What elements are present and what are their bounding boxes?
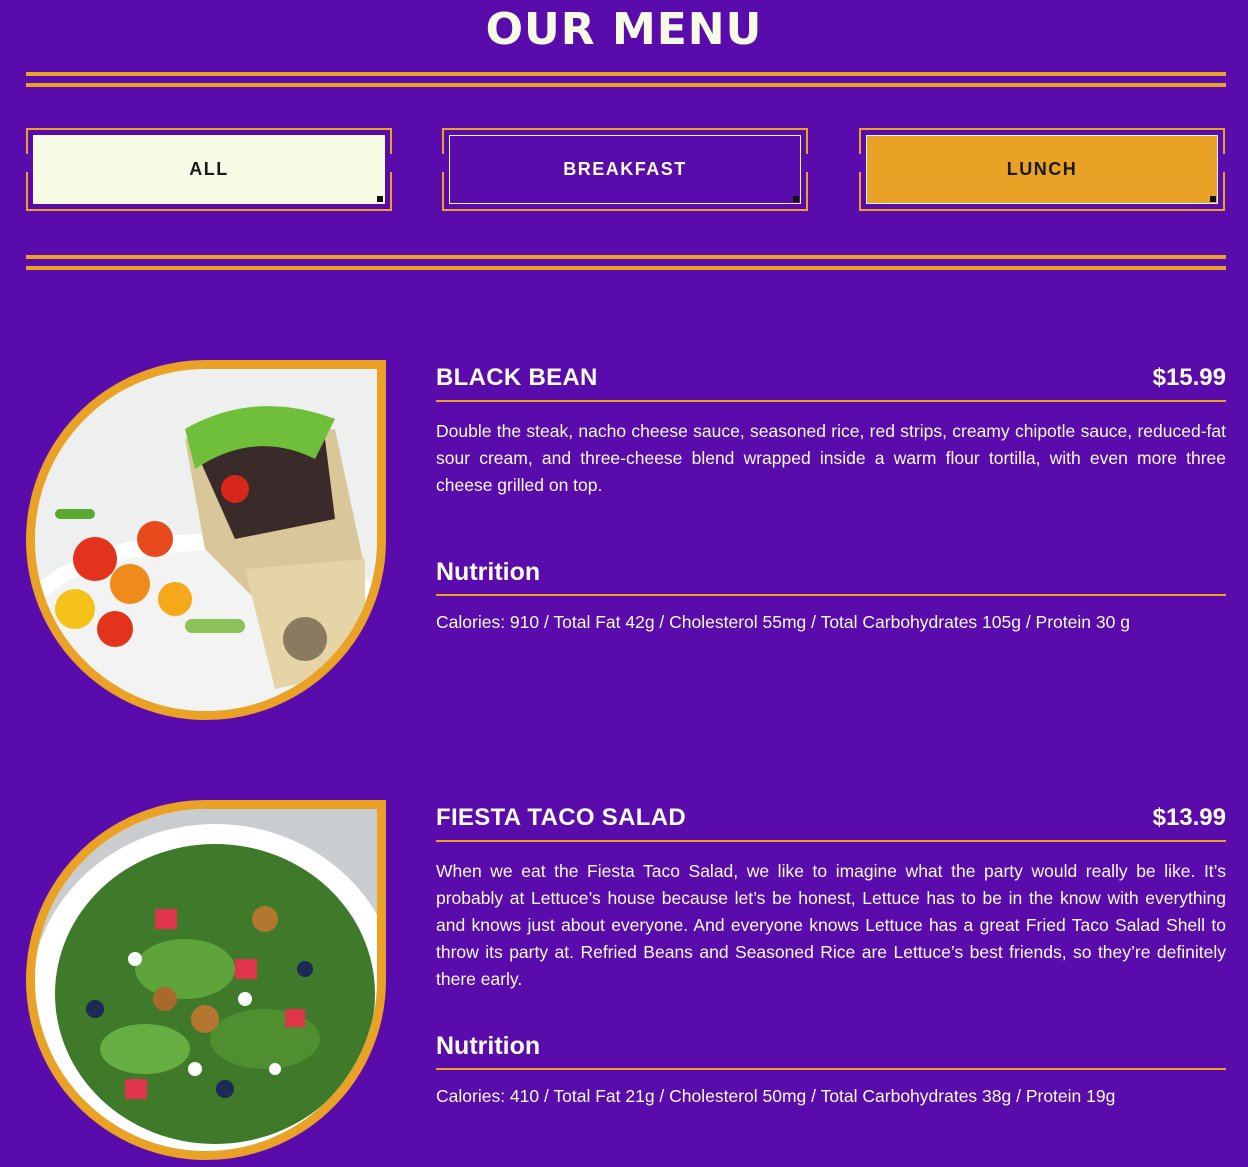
menu-item-price: $13.99 [1152, 804, 1226, 831]
menu-item-body: FIESTA TACO SALAD $13.99 When we eat the… [436, 800, 1226, 1110]
menu-item-header: FIESTA TACO SALAD $13.99 [436, 800, 1226, 842]
tab-corner-dot [1210, 196, 1216, 202]
bottom-divider [26, 255, 1226, 270]
page-title: OUR MENU [485, 4, 763, 55]
tab-corner-dot [793, 196, 799, 202]
tab-breakfast[interactable]: BREAKFAST [441, 128, 809, 211]
menu-item-name: FIESTA TACO SALAD [436, 804, 686, 831]
nutrition-facts: Calories: 410 / Total Fat 21g / Choleste… [436, 1086, 1116, 1106]
burrito-image [26, 360, 386, 720]
menu-item-header: BLACK BEAN $15.99 [436, 360, 1226, 402]
tab-corner-dot [377, 196, 383, 202]
tab-lunch[interactable]: LUNCH [858, 128, 1226, 211]
nutrition-heading: Nutrition [436, 554, 1226, 596]
nutrition-heading: Nutrition [436, 1028, 1226, 1070]
salad-image [26, 800, 386, 1160]
tab-label: ALL [33, 135, 385, 204]
top-divider [26, 72, 1226, 87]
menu-item-price: $15.99 [1152, 364, 1226, 391]
tab-label: BREAKFAST [449, 135, 801, 204]
menu-item-description: Double the steak, nacho cheese sauce, se… [436, 421, 1226, 495]
menu-item-body: BLACK BEAN $15.99 Double the steak, nach… [436, 360, 1226, 636]
menu-item-name: BLACK BEAN [436, 364, 598, 391]
menu-item-description: When we eat the Fiesta Taco Salad, we li… [436, 861, 1226, 989]
tab-label: LUNCH [866, 135, 1218, 204]
nutrition-facts: Calories: 910 / Total Fat 42g / Choleste… [436, 612, 1130, 632]
tab-all[interactable]: ALL [25, 128, 393, 211]
